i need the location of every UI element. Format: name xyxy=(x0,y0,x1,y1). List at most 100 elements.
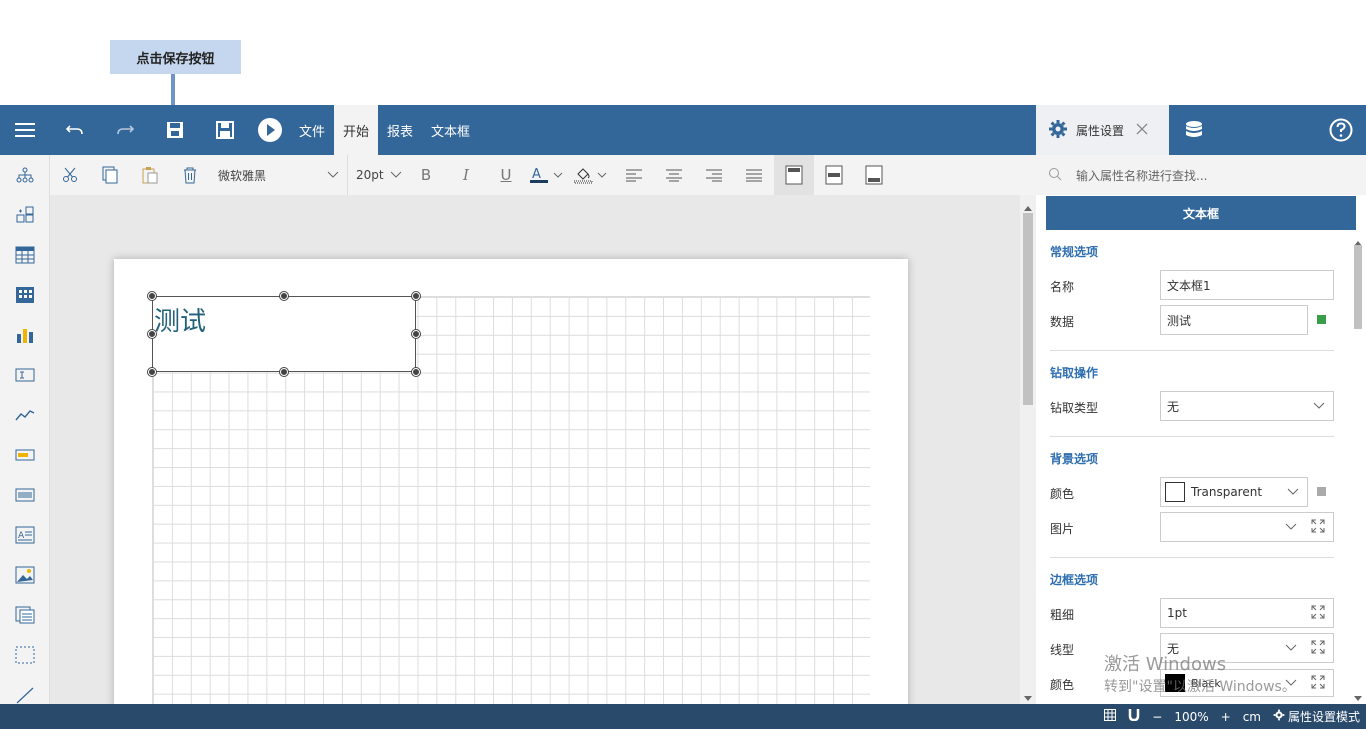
unit-selector[interactable]: cm xyxy=(1243,710,1261,724)
font-size-select[interactable]: 20pt xyxy=(348,155,406,195)
delete-icon[interactable] xyxy=(170,155,210,195)
textbox-tool-icon[interactable] xyxy=(0,355,50,395)
panel-scrollbar[interactable] xyxy=(1350,230,1366,704)
cut-icon[interactable] xyxy=(50,155,90,195)
subreport-icon[interactable] xyxy=(0,595,50,635)
font-family-value: 微软雅黑 xyxy=(218,168,267,183)
font-family-select[interactable]: 微软雅黑 xyxy=(210,155,348,195)
paste-icon[interactable] xyxy=(130,155,170,195)
snap-magnet-icon[interactable] xyxy=(1128,709,1140,724)
bg-image-label: 图片 xyxy=(1050,522,1075,536)
valign-middle-icon[interactable] xyxy=(814,155,854,195)
data-field[interactable]: 测试 xyxy=(1160,305,1308,335)
help-icon[interactable] xyxy=(1329,118,1353,145)
zoom-level: 100% xyxy=(1174,709,1209,724)
section-general: 常规选项 xyxy=(1050,245,1099,259)
bg-color-select[interactable]: Transparent xyxy=(1160,477,1308,507)
expand-icon[interactable] xyxy=(1311,640,1325,657)
undo-icon[interactable] xyxy=(50,105,100,155)
panel-title: 文本框 xyxy=(1046,196,1356,230)
chevron-down-icon xyxy=(1313,399,1325,413)
matrix-icon[interactable] xyxy=(0,275,50,315)
resize-handle-middle-left[interactable] xyxy=(148,330,156,338)
resize-handle-top-middle[interactable] xyxy=(280,292,288,300)
name-field[interactable]: 文本框1 xyxy=(1160,270,1334,300)
border-width-field[interactable]: 1pt xyxy=(1160,598,1334,628)
resize-handle-top-left[interactable] xyxy=(148,292,156,300)
valign-bottom-icon[interactable] xyxy=(854,155,894,195)
design-canvas[interactable]: 测试 xyxy=(50,195,1020,704)
report-page[interactable]: 测试 xyxy=(114,259,908,704)
selected-textbox[interactable]: 测试 xyxy=(152,296,416,372)
bg-image-select[interactable] xyxy=(1160,512,1334,542)
scroll-down-arrow-icon[interactable] xyxy=(1354,691,1362,705)
resize-handle-top-right[interactable] xyxy=(412,292,420,300)
resize-handle-bottom-middle[interactable] xyxy=(280,368,288,376)
hamburger-menu-icon[interactable] xyxy=(0,105,50,155)
align-justify-icon[interactable] xyxy=(734,155,774,195)
left-component-toolbar: A xyxy=(0,155,50,704)
italic-icon[interactable]: I xyxy=(446,155,486,195)
tab-properties[interactable]: 属性设置 xyxy=(1036,105,1169,155)
expand-icon[interactable] xyxy=(1311,675,1325,692)
resize-handle-middle-right[interactable] xyxy=(412,330,420,338)
mode-toggle[interactable]: 属性设置模式 xyxy=(1273,708,1360,725)
component-group-icon[interactable] xyxy=(0,195,50,235)
expand-icon[interactable] xyxy=(1311,519,1325,536)
table-icon[interactable] xyxy=(0,235,50,275)
border-color-label: 颜色 xyxy=(1050,678,1075,692)
chevron-down-icon xyxy=(1287,485,1299,499)
scroll-down-arrow-icon[interactable] xyxy=(1024,691,1032,705)
tab-start[interactable]: 开始 xyxy=(334,105,379,155)
search-placeholder: 输入属性名称进行查找... xyxy=(1076,168,1208,183)
save-icon[interactable] xyxy=(150,105,200,155)
container-icon[interactable] xyxy=(0,635,50,675)
tab-report[interactable]: 报表 xyxy=(378,105,422,155)
top-toolbar: 文件 开始 报表 文本框 xyxy=(0,105,1036,155)
color-swatch xyxy=(1165,482,1185,502)
font-color-icon[interactable]: A xyxy=(526,155,570,195)
bold-icon[interactable]: B xyxy=(406,155,446,195)
copy-icon[interactable] xyxy=(90,155,130,195)
barcode-icon[interactable] xyxy=(0,475,50,515)
drill-type-select[interactable]: 无 xyxy=(1160,391,1334,421)
file-menu[interactable]: 文件 xyxy=(290,105,334,155)
tree-structure-icon[interactable] xyxy=(0,155,50,195)
canvas-scroll-thumb[interactable] xyxy=(1023,213,1033,405)
underline-icon[interactable]: U xyxy=(486,155,526,195)
activation-watermark-title: 激活 Windows xyxy=(1104,654,1227,675)
bar-chart-icon[interactable] xyxy=(0,315,50,355)
bg-color-expression-icon[interactable] xyxy=(1317,487,1326,496)
resize-handle-bottom-right[interactable] xyxy=(412,368,420,376)
zoom-in-button[interactable]: + xyxy=(1221,710,1231,724)
align-right-icon[interactable] xyxy=(694,155,734,195)
tab-textbox[interactable]: 文本框 xyxy=(422,105,479,155)
zoom-out-button[interactable]: − xyxy=(1152,710,1162,724)
border-width-value: 1pt xyxy=(1167,606,1187,620)
close-icon[interactable] xyxy=(1136,123,1148,138)
divider xyxy=(1050,350,1334,351)
bg-color-label: 颜色 xyxy=(1050,487,1075,501)
database-icon[interactable] xyxy=(1184,120,1204,143)
bullet-icon[interactable] xyxy=(0,435,50,475)
scroll-up-arrow-icon[interactable] xyxy=(1024,200,1032,214)
fill-color-icon[interactable] xyxy=(570,155,614,195)
grid-toggle-icon[interactable] xyxy=(1104,709,1117,724)
preview-play-icon[interactable] xyxy=(250,105,290,155)
panel-scroll-thumb[interactable] xyxy=(1354,245,1362,329)
expression-indicator-icon[interactable] xyxy=(1317,315,1326,324)
property-search[interactable]: 输入属性名称进行查找... xyxy=(1036,155,1366,195)
image-icon[interactable] xyxy=(0,555,50,595)
border-style-controls xyxy=(1285,640,1325,657)
sparkline-icon[interactable] xyxy=(0,395,50,435)
align-left-icon[interactable] xyxy=(614,155,654,195)
canvas-scrollbar[interactable] xyxy=(1020,195,1036,704)
valign-top-icon[interactable] xyxy=(774,155,814,195)
align-center-icon[interactable] xyxy=(654,155,694,195)
expand-icon[interactable] xyxy=(1311,605,1325,622)
properties-tab-label: 属性设置 xyxy=(1076,123,1125,138)
resize-handle-bottom-left[interactable] xyxy=(148,368,156,376)
save-as-icon[interactable] xyxy=(200,105,250,155)
rich-text-icon[interactable]: A xyxy=(0,515,50,555)
redo-icon[interactable] xyxy=(100,105,150,155)
